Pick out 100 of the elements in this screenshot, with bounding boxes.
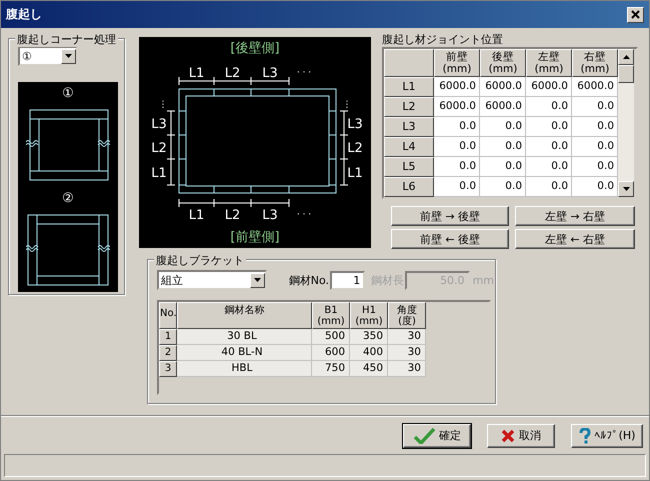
table-cell[interactable]: 0.0 <box>434 117 480 137</box>
table-cell[interactable]: 0.0 <box>434 157 480 177</box>
cancel-button[interactable]: 取消 <box>487 424 555 448</box>
table-cell[interactable]: 6000.0 <box>434 77 480 97</box>
table-cell[interactable]: 0.0 <box>526 97 572 117</box>
table-cell[interactable]: 30 <box>388 345 426 361</box>
type-dropdown[interactable]: 組立 <box>157 270 267 290</box>
side-label: [前壁側] <box>230 230 280 245</box>
table-cell[interactable]: 6000.0 <box>480 77 526 97</box>
column-header: B1 (mm) <box>312 302 350 329</box>
column-header: 角度 (度) <box>388 302 426 329</box>
scroll-thumb[interactable] <box>618 65 634 83</box>
dimension-label: L1 <box>188 66 204 81</box>
arrow-up-icon <box>622 55 630 59</box>
cross-icon <box>501 428 515 442</box>
scrollbar[interactable] <box>618 49 634 197</box>
table-cell[interactable]: 30 BL <box>177 329 312 345</box>
side-label: [後壁側] <box>230 41 280 56</box>
table-cell[interactable]: 750 <box>312 361 350 377</box>
column-header: No. <box>159 302 177 329</box>
dimension-label: L3 <box>347 117 363 132</box>
option-label: ② <box>62 191 74 206</box>
table-cell[interactable]: 30 <box>388 329 426 345</box>
table-cell[interactable]: 400 <box>350 345 388 361</box>
question-mark-icon <box>578 428 591 444</box>
caret-icon <box>254 278 261 282</box>
table-cell[interactable]: 40 BL-N <box>177 345 312 361</box>
arrow-down-icon <box>622 187 630 191</box>
row-header: L2 <box>384 97 434 117</box>
group-title: 腹起しブラケット <box>154 253 246 268</box>
dimension-label: L1 <box>151 166 167 181</box>
table-cell[interactable]: 450 <box>350 361 388 377</box>
dimension-label: L1 <box>188 208 204 223</box>
ellipsis: · · · <box>296 210 312 220</box>
steel-number-field[interactable]: 1 <box>330 270 366 290</box>
table-cell[interactable]: 6000.0 <box>572 77 618 97</box>
table-cell[interactable]: 0.0 <box>572 97 618 117</box>
checkmark-icon <box>413 428 435 444</box>
table-cell[interactable]: 0.0 <box>526 157 572 177</box>
table-cell[interactable]: 6000.0 <box>480 97 526 117</box>
field-label: 鋼材No. <box>288 272 330 288</box>
table-cell[interactable]: 0.0 <box>526 137 572 157</box>
close-icon <box>631 10 640 19</box>
row-header: L1 <box>384 77 434 97</box>
row-header: L3 <box>384 117 434 137</box>
table-cell[interactable]: 0.0 <box>480 157 526 177</box>
table-cell[interactable]: 0.0 <box>480 137 526 157</box>
row-header: L4 <box>384 137 434 157</box>
dimension-label: L3 <box>151 117 167 132</box>
close-button[interactable] <box>627 6 644 22</box>
ellipsis: ⋮ <box>342 100 352 110</box>
window-title: 腹起し <box>6 6 42 23</box>
table-cell[interactable]: 6000.0 <box>526 77 572 97</box>
copy-button[interactable]: 前壁 → 後壁 <box>391 206 509 226</box>
section-title: 腹起し材ジョイント位置 <box>382 32 504 47</box>
row-header: L5 <box>384 157 434 177</box>
table-cell[interactable]: 0.0 <box>480 117 526 137</box>
column-header: H1 (mm) <box>350 302 388 329</box>
table-cell[interactable]: 0.0 <box>526 177 572 197</box>
table-cell[interactable]: 0.0 <box>572 137 618 157</box>
table-cell[interactable]: 6000.0 <box>434 97 480 117</box>
option-label: ① <box>62 86 74 101</box>
table-cell[interactable]: 0.0 <box>480 177 526 197</box>
copy-button[interactable]: 前壁 ← 後壁 <box>391 229 509 249</box>
row-header: 2 <box>159 345 177 361</box>
row-header: 1 <box>159 329 177 345</box>
column-header: 右壁 (mm) <box>572 49 618 77</box>
table-cell[interactable]: 0.0 <box>526 117 572 137</box>
ellipsis: ⋮ <box>158 100 168 110</box>
corner-dropdown[interactable]: ① <box>18 46 78 66</box>
dimension-label: L3 <box>262 208 278 223</box>
table-cell[interactable]: 0.0 <box>434 177 480 197</box>
table-cell[interactable]: 30 <box>388 361 426 377</box>
ellipsis: · · · <box>296 68 312 78</box>
dimension-label: L2 <box>224 66 240 81</box>
column-header: 鋼材名称 <box>177 302 312 329</box>
dimension-label: L2 <box>347 141 363 156</box>
table-cell[interactable]: 600 <box>312 345 350 361</box>
column-header: 左壁 (mm) <box>526 49 572 77</box>
table-cell[interactable]: 0.0 <box>572 117 618 137</box>
copy-button[interactable]: 左壁 → 右壁 <box>515 206 635 226</box>
table-cell[interactable]: 350 <box>350 329 388 345</box>
row-header: L6 <box>384 177 434 197</box>
copy-button[interactable]: 左壁 ← 右壁 <box>515 229 635 249</box>
ok-button[interactable]: 確定 <box>403 424 471 448</box>
table-cell[interactable]: HBL <box>177 361 312 377</box>
table-cell[interactable]: 0.0 <box>572 157 618 177</box>
group-title: 腹起しコーナー処理 <box>15 32 118 47</box>
dimension-label: L1 <box>347 166 363 181</box>
dimension-label: L2 <box>151 141 167 156</box>
dimension-label: L2 <box>224 208 240 223</box>
help-button[interactable]: ﾍﾙﾌﾟ(H) <box>571 424 643 448</box>
table-cell[interactable]: 500 <box>312 329 350 345</box>
column-header: 後壁 (mm) <box>480 49 526 77</box>
table-cell[interactable]: 0.0 <box>434 137 480 157</box>
dimension-label: L3 <box>262 66 278 81</box>
table-cell[interactable]: 0.0 <box>572 177 618 197</box>
column-header: 前壁 (mm) <box>434 49 480 77</box>
caret-icon <box>65 54 72 58</box>
row-header: 3 <box>159 361 177 377</box>
